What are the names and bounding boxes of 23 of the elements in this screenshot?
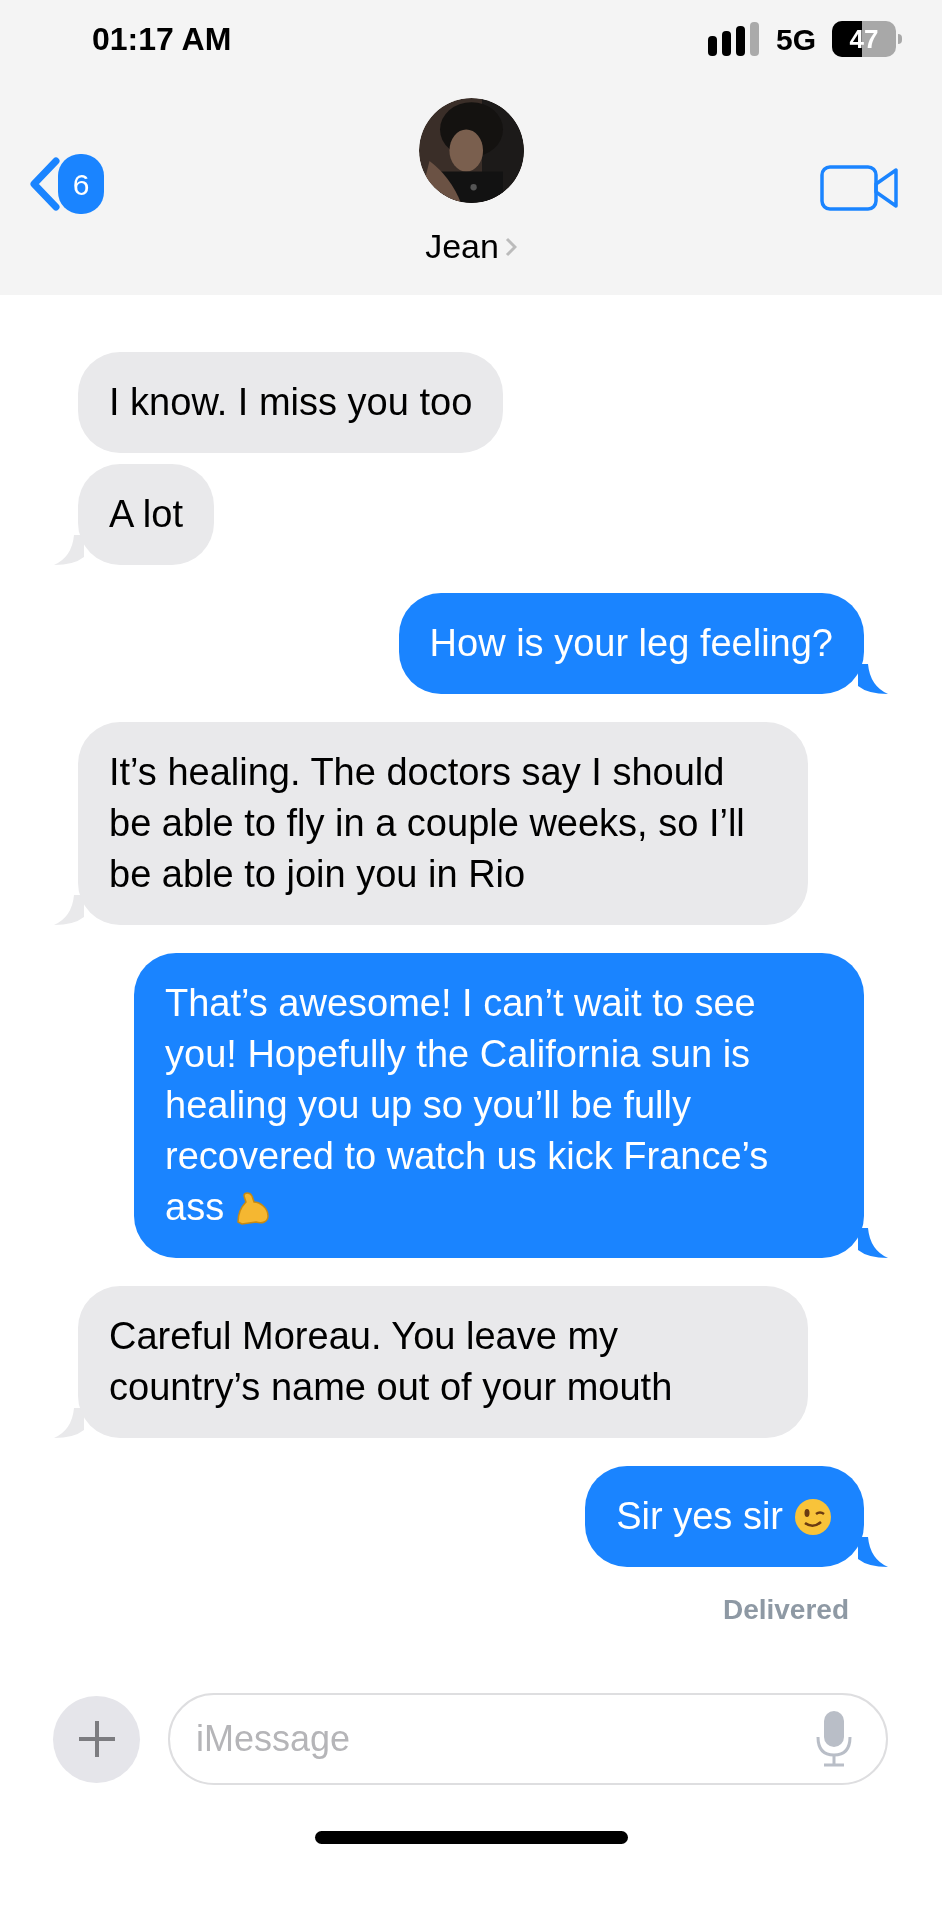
message-bubble: A lot: [78, 464, 214, 565]
plus-icon: [76, 1719, 117, 1759]
message-field[interactable]: iMessage: [168, 1693, 888, 1785]
message-bubble: I know. I miss you too: [78, 352, 504, 453]
back-chevron-icon: [28, 157, 62, 211]
bubble-tail: [858, 1537, 888, 1567]
delivery-status: Delivered: [722, 1593, 849, 1627]
message-bubble: It’s healing. The doctors say I should be able to fly in a couple weeks, so I’ll be able to join you in Rio: [78, 722, 808, 925]
bubble-tail: [858, 664, 888, 694]
back-button[interactable]: 6: [28, 154, 104, 214]
chevron-right-icon: [504, 236, 517, 257]
bubble-tail: [858, 1228, 888, 1258]
status-time: 01:17 AM: [92, 20, 232, 59]
message-bubble: That’s awesome! I can’t wait to see you! Hopefully the California sun is healing you up so you’ll be fully recovered to watch us kick France’s ass: [134, 953, 864, 1258]
network-label: 5G: [775, 21, 816, 58]
contact-name[interactable]: Jean: [425, 221, 517, 272]
unread-badge: 6: [58, 154, 104, 214]
winking-face-icon: [793, 1497, 833, 1537]
video-call-icon[interactable]: [820, 164, 900, 212]
message-bubble: Careful Moreau. You leave my country’s name out of your mouth: [78, 1286, 808, 1438]
message-bubble: How is your leg feeling?: [398, 593, 864, 694]
message-input[interactable]: iMessage: [196, 1712, 816, 1766]
message-bubble: Sir yes sir: [585, 1466, 864, 1567]
